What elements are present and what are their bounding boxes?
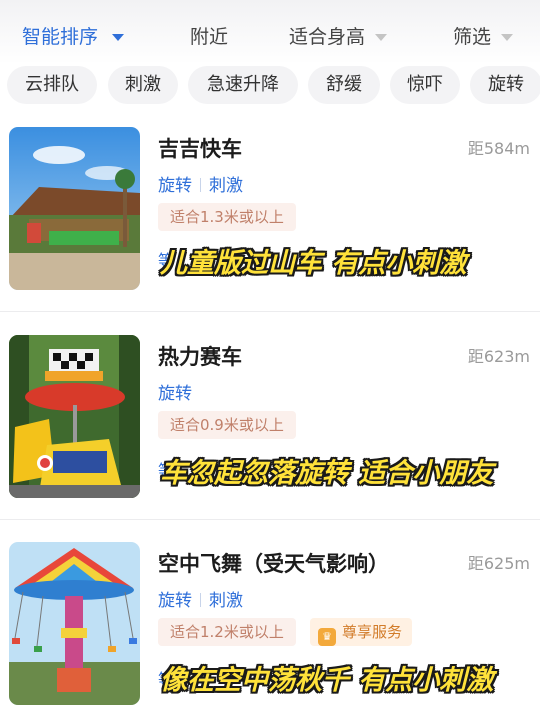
tag-chip-row: 云排队 刺激 急速升降 舒缓 惊吓 旋转 [0, 66, 540, 106]
ride-tags: 旋转 [158, 379, 192, 404]
height-requirement-badge: 适合1.3米或以上 [158, 203, 296, 231]
nearby-tab[interactable]: 附近 [190, 22, 228, 49]
triangle-down-icon [501, 34, 514, 41]
ride-card[interactable]: 吉吉快车 距584m 旋转 刺激 适合1.3米或以上 等 儿童版过山车 有点小刺激 [0, 127, 540, 332]
ride-card[interactable]: 热力赛车 距623m 旋转 适合0.9米或以上 等 车忽起忽落旋转 适合小朋友 [0, 335, 540, 540]
smart-sort-label: 智能排序 [22, 26, 99, 48]
ride-tag: 旋转 [158, 176, 192, 196]
list-divider [0, 311, 540, 312]
chip-cloud-queue[interactable]: 云排队 [7, 66, 97, 104]
filter-label: 筛选 [453, 26, 492, 48]
ride-distance: 距584m [467, 139, 530, 158]
crown-icon: ♛ [318, 628, 336, 646]
triangle-down-icon [112, 34, 125, 41]
height-requirement-badge: 适合1.2米或以上 [158, 618, 296, 646]
chip-gentle[interactable]: 舒缓 [308, 66, 380, 104]
ride-tags: 旋转 刺激 [158, 586, 243, 611]
chip-rapid-drop[interactable]: 急速升降 [188, 66, 298, 104]
overlay-caption: 像在空中荡秋千 有点小刺激 [160, 665, 494, 696]
ride-photo [9, 127, 140, 290]
sort-filter-bar: 智能排序 附近 适合身高 筛选 [0, 0, 540, 64]
ride-card[interactable]: 空中飞舞（受天气影响） 距625m 旋转 刺激 适合1.2米或以上 ♛ 尊享服务 等… [0, 542, 540, 720]
ride-tag: 旋转 [158, 384, 192, 404]
nearby-label: 附近 [190, 26, 229, 48]
overlay-caption: 车忽起忽落旋转 适合小朋友 [160, 458, 494, 489]
ride-name: 空中飞舞（受天气影响） [158, 552, 389, 576]
height-requirement-badge: 适合0.9米或以上 [158, 411, 296, 439]
ride-tag: 刺激 [209, 176, 243, 196]
triangle-down-icon [375, 34, 388, 41]
premium-service-label: 尊享服务 [342, 623, 403, 641]
tag-divider [200, 593, 201, 607]
chip-scary[interactable]: 惊吓 [390, 66, 460, 104]
ride-distance: 距625m [467, 554, 530, 573]
ride-name: 吉吉快车 [158, 137, 242, 161]
filter-dropdown[interactable]: 筛选 [453, 22, 514, 49]
height-fit-label: 适合身高 [289, 26, 366, 48]
height-fit-dropdown[interactable]: 适合身高 [289, 22, 388, 49]
chip-spin[interactable]: 旋转 [470, 66, 540, 104]
smart-sort-dropdown[interactable]: 智能排序 [22, 22, 125, 49]
premium-service-badge: ♛ 尊享服务 [310, 618, 413, 646]
ride-name: 热力赛车 [158, 345, 242, 369]
ride-tag: 刺激 [209, 591, 243, 611]
list-divider [0, 519, 540, 520]
chip-thrill[interactable]: 刺激 [108, 66, 178, 104]
ride-photo [9, 542, 140, 705]
ride-tags: 旋转 刺激 [158, 171, 243, 196]
ride-photo [9, 335, 140, 498]
ride-distance: 距623m [467, 347, 530, 366]
tag-divider [200, 178, 201, 192]
overlay-caption: 儿童版过山车 有点小刺激 [160, 248, 467, 279]
ride-tag: 旋转 [158, 591, 192, 611]
